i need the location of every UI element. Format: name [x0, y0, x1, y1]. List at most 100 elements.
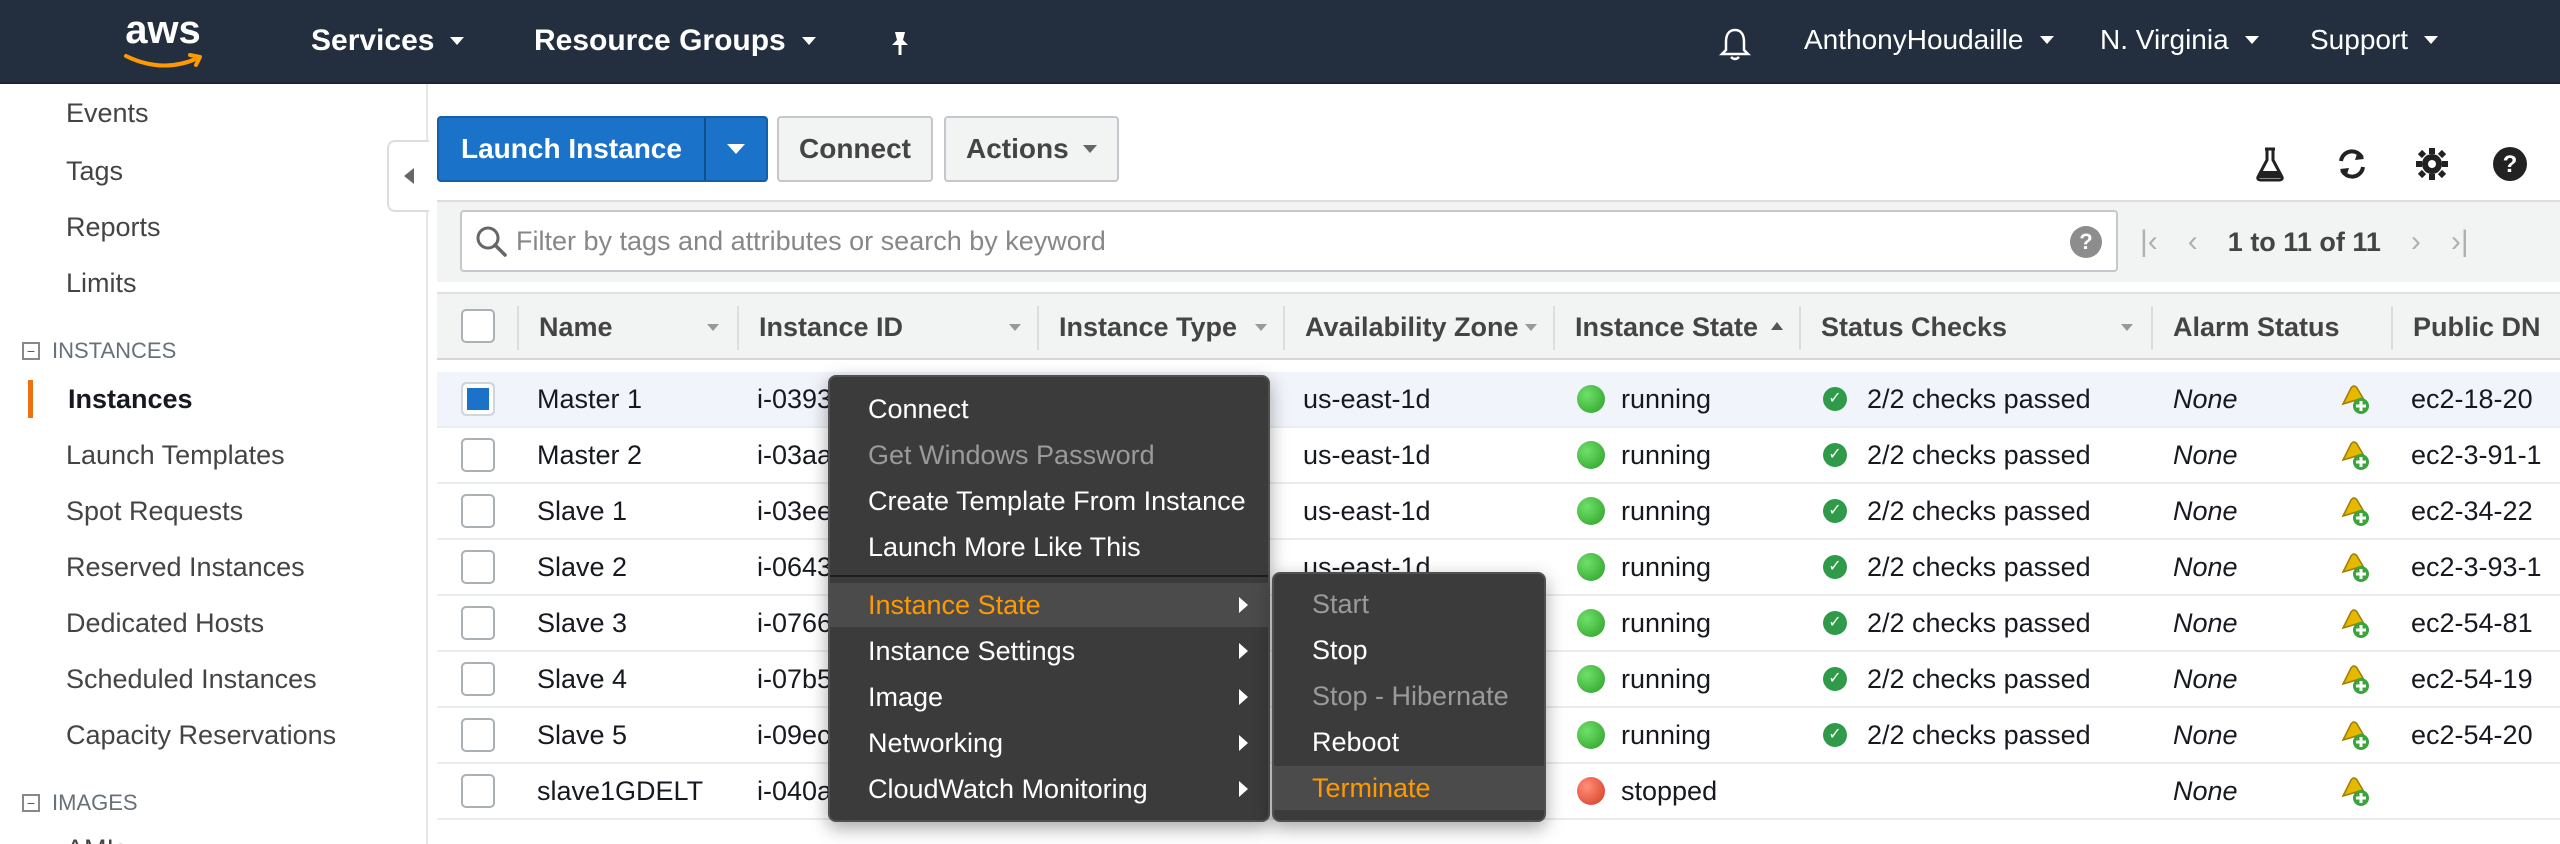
row-checkbox[interactable]	[461, 550, 495, 584]
search-box[interactable]: ?	[460, 210, 2118, 272]
chevron-down-icon	[2244, 36, 2259, 44]
sort-icon[interactable]	[1255, 324, 1267, 331]
sidebar-section-images[interactable]: − IMAGES	[22, 790, 138, 816]
row-checkbox[interactable]	[461, 438, 495, 472]
row-checkbox[interactable]	[461, 382, 495, 416]
menu-item-instance-settings[interactable]: Instance Settings	[830, 629, 1268, 673]
cell-name: Slave 4	[537, 664, 628, 694]
column-header-availability-zone[interactable]: Availability Zone	[1305, 312, 1519, 343]
column-header-instance-state[interactable]: Instance State	[1575, 312, 1758, 343]
sidebar-section-instances[interactable]: − INSTANCES	[22, 338, 176, 364]
sidebar-item-limits[interactable]: Limits	[66, 268, 137, 299]
actions-button[interactable]: Actions	[944, 116, 1119, 182]
sidebar-item-tags[interactable]: Tags	[66, 156, 123, 187]
search-icon	[476, 226, 507, 257]
connect-label: Connect	[799, 133, 911, 164]
menu-item-launch-more[interactable]: Launch More Like This	[830, 525, 1268, 569]
select-all-checkbox[interactable]	[461, 309, 495, 343]
sidebar-item-dedicated-hosts[interactable]: Dedicated Hosts	[66, 608, 264, 639]
search-help-icon[interactable]: ?	[2070, 226, 2102, 258]
sidebar-item-reports[interactable]: Reports	[66, 212, 161, 243]
gear-icon[interactable]	[2414, 146, 2450, 182]
sidebar-item-launch-templates[interactable]: Launch Templates	[66, 440, 285, 471]
sidebar-item-reserved-instances[interactable]: Reserved Instances	[66, 552, 305, 583]
submenu-item-stop[interactable]: Stop	[1274, 628, 1544, 672]
sort-icon[interactable]	[2121, 324, 2133, 331]
menu-item-instance-state[interactable]: Instance State	[830, 583, 1268, 627]
create-alarm-icon[interactable]	[2337, 550, 2371, 584]
chevron-right-icon	[1239, 643, 1248, 659]
column-header-status-checks[interactable]: Status Checks	[1821, 312, 2007, 343]
next-page-icon[interactable]: ›	[2411, 225, 2421, 259]
running-status-icon	[1577, 497, 1605, 525]
cell-alarm-status: None	[2173, 384, 2238, 414]
sidebar-item-capacity-reservations[interactable]: Capacity Reservations	[66, 720, 336, 751]
resource-groups-menu[interactable]: Resource Groups	[534, 24, 816, 58]
cell-alarm-status: None	[2173, 552, 2238, 582]
column-header-instance-type[interactable]: Instance Type	[1059, 312, 1237, 343]
create-alarm-icon[interactable]	[2337, 438, 2371, 472]
launch-dropdown-toggle[interactable]	[703, 118, 766, 180]
table-row[interactable]: Master 1 i-0393 us-east-1d running ✓ 2/2 chec…	[437, 372, 2560, 428]
first-page-icon[interactable]: |‹	[2140, 225, 2158, 259]
submenu-item-reboot[interactable]: Reboot	[1274, 720, 1544, 764]
column-header-instance-id[interactable]: Instance ID	[759, 312, 903, 343]
user-label: AnthonyHoudaille	[1804, 24, 2024, 55]
refresh-icon[interactable]	[2334, 146, 2370, 182]
table-row[interactable]: Slave 1 i-03ee us-east-1d running ✓ 2/2 check…	[437, 484, 2560, 540]
column-divider	[1799, 306, 1801, 350]
last-page-icon[interactable]: ›|	[2451, 225, 2469, 259]
sort-icon[interactable]	[1525, 324, 1537, 331]
services-menu[interactable]: Services	[311, 24, 465, 58]
row-checkbox[interactable]	[461, 774, 495, 808]
create-alarm-icon[interactable]	[2337, 382, 2371, 416]
sidebar-item-instances[interactable]: Instances	[68, 384, 193, 415]
row-checkbox[interactable]	[461, 606, 495, 640]
submenu-item-terminate[interactable]: Terminate	[1274, 766, 1544, 810]
cell-public-dns: ec2-54-81	[2411, 608, 2533, 638]
row-checkbox[interactable]	[461, 662, 495, 696]
help-icon[interactable]: ?	[2492, 146, 2528, 182]
connect-button[interactable]: Connect	[777, 116, 933, 182]
sort-ascending-icon[interactable]	[1771, 322, 1783, 330]
check-passed-icon: ✓	[1823, 443, 1847, 467]
aws-logo[interactable]: aws	[118, 8, 208, 70]
create-alarm-icon[interactable]	[2337, 662, 2371, 696]
sidebar-item-events[interactable]: Events	[66, 98, 149, 129]
sidebar-item-amis[interactable]: AMIs	[66, 834, 128, 844]
search-input[interactable]	[516, 220, 2036, 262]
sort-icon[interactable]	[1009, 324, 1021, 331]
pin-icon[interactable]	[885, 28, 915, 58]
bell-icon[interactable]	[1718, 26, 1752, 62]
active-indicator	[28, 380, 33, 418]
cell-instance-id: i-0393	[757, 384, 833, 414]
menu-item-networking[interactable]: Networking	[830, 721, 1268, 765]
collapse-sidebar-button[interactable]	[387, 140, 429, 212]
chevron-down-icon	[726, 144, 745, 154]
support-menu[interactable]: Support	[2310, 24, 2439, 56]
menu-item-connect[interactable]: Connect	[830, 387, 1268, 431]
row-checkbox[interactable]	[461, 494, 495, 528]
table-row[interactable]: Master 2 i-03aa us-east-1d running ✓ 2/2 chec…	[437, 428, 2560, 484]
flask-icon[interactable]	[2252, 146, 2288, 182]
user-menu[interactable]: AnthonyHoudaille	[1804, 24, 2054, 56]
create-alarm-icon[interactable]	[2337, 494, 2371, 528]
sidebar-item-scheduled-instances[interactable]: Scheduled Instances	[66, 664, 317, 695]
create-alarm-icon[interactable]	[2337, 774, 2371, 808]
region-menu[interactable]: N. Virginia	[2100, 24, 2259, 56]
create-alarm-icon[interactable]	[2337, 718, 2371, 752]
sort-icon[interactable]	[707, 324, 719, 331]
column-header-public-dns[interactable]: Public DN	[2413, 312, 2541, 343]
launch-instance-button[interactable]: Launch Instance	[437, 116, 768, 182]
menu-item-image[interactable]: Image	[830, 675, 1268, 719]
create-alarm-icon[interactable]	[2337, 606, 2371, 640]
menu-item-cloudwatch-monitoring[interactable]: CloudWatch Monitoring	[830, 767, 1268, 811]
menu-item-create-template[interactable]: Create Template From Instance	[830, 479, 1268, 523]
support-label: Support	[2310, 24, 2409, 55]
column-header-alarm-status[interactable]: Alarm Status	[2173, 312, 2340, 343]
sidebar-item-spot-requests[interactable]: Spot Requests	[66, 496, 243, 527]
column-header-name[interactable]: Name	[539, 312, 613, 343]
prev-page-icon[interactable]: ‹	[2188, 225, 2198, 259]
row-checkbox[interactable]	[461, 718, 495, 752]
menu-item-label: Instance Settings	[868, 636, 1076, 666]
